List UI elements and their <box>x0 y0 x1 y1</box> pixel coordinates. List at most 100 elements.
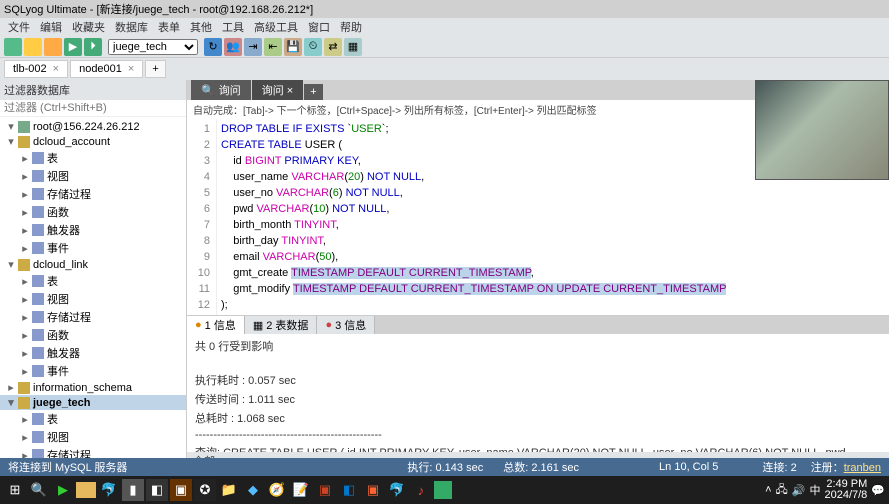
tree-item[interactable]: ▸视图 <box>0 167 186 185</box>
conn-tab-1[interactable]: tlb-002× <box>4 60 68 78</box>
import-icon[interactable]: ⇤ <box>264 38 282 56</box>
results-body[interactable]: 共 0 行受到影响 执行耗时 : 0.057 sec传送时间 : 1.011 s… <box>187 334 889 452</box>
expand-icon[interactable]: ▸ <box>20 347 30 360</box>
app-icon[interactable]: ▣ <box>314 479 336 501</box>
expand-icon[interactable]: ▸ <box>20 365 30 378</box>
expand-icon[interactable]: ▸ <box>20 275 30 288</box>
menu-db[interactable]: 数据库 <box>115 19 148 35</box>
tree-item[interactable]: ▾juege_tech <box>0 395 186 410</box>
menu-adv[interactable]: 高级工具 <box>254 19 298 35</box>
app-icon[interactable]: 📁 <box>218 479 240 501</box>
expand-icon[interactable]: ▾ <box>6 258 16 271</box>
expand-icon[interactable]: ▸ <box>20 206 30 219</box>
new-query-icon[interactable] <box>24 38 42 56</box>
result-tab-info2[interactable]: ●3 信息 <box>317 316 375 334</box>
reg-link[interactable]: tranben <box>844 462 881 474</box>
query-tab-2[interactable]: 询问 × <box>252 80 303 100</box>
users-icon[interactable]: 👥 <box>224 38 242 56</box>
notif-icon[interactable]: 💬 <box>871 484 885 497</box>
tray-lang[interactable]: 中 <box>809 482 820 498</box>
expand-icon[interactable]: ▾ <box>6 120 16 133</box>
open-icon[interactable] <box>44 38 62 56</box>
app-icon[interactable]: ◆ <box>242 479 264 501</box>
menu-window[interactable]: 窗口 <box>308 19 330 35</box>
close-icon[interactable]: × <box>128 63 134 75</box>
tree-item[interactable]: ▸视图 <box>0 428 186 446</box>
expand-icon[interactable]: ▸ <box>20 152 30 165</box>
tray-clock[interactable]: 2:49 PM2024/7/8 <box>824 479 867 501</box>
object-tree[interactable]: ▾root@156.224.26.212▾dcloud_account▸表▸视图… <box>0 117 186 458</box>
tree-item[interactable]: ▸触发器 <box>0 221 186 239</box>
explorer-icon[interactable] <box>76 482 96 498</box>
tree-item[interactable]: ▸表 <box>0 272 186 290</box>
expand-icon[interactable]: ▾ <box>6 135 16 148</box>
export-icon[interactable]: ⇥ <box>244 38 262 56</box>
backup-icon[interactable]: 💾 <box>284 38 302 56</box>
tray-vol-icon[interactable]: 🔊 <box>792 484 806 497</box>
tree-item[interactable]: ▸函数 <box>0 203 186 221</box>
tree-item[interactable]: ▸事件 <box>0 362 186 380</box>
tree-item[interactable]: ▸函数 <box>0 326 186 344</box>
schema-select[interactable]: juege_tech <box>108 39 198 55</box>
conn-tab-2[interactable]: node001× <box>70 60 143 78</box>
app-icon[interactable] <box>434 481 452 499</box>
expand-icon[interactable]: ▸ <box>20 449 30 459</box>
app-icon[interactable]: 🧭 <box>266 479 288 501</box>
tray-up-icon[interactable]: ˄ <box>765 484 771 496</box>
expand-icon[interactable]: ▸ <box>20 242 30 255</box>
menu-tools[interactable]: 工具 <box>222 19 244 35</box>
result-tab-data[interactable]: ▦2 表数据 <box>245 316 318 334</box>
new-tab-button[interactable]: + <box>145 60 165 78</box>
menu-file[interactable]: 文件 <box>8 19 30 35</box>
menu-other[interactable]: 其他 <box>190 19 212 35</box>
tree-item[interactable]: ▸存储过程 <box>0 185 186 203</box>
expand-icon[interactable]: ▸ <box>20 431 30 444</box>
schedule-icon[interactable]: ⏲ <box>304 38 322 56</box>
diff-icon[interactable]: ⇄ <box>324 38 342 56</box>
tree-item[interactable]: ▸存储过程 <box>0 446 186 458</box>
tree-item[interactable]: ▸存储过程 <box>0 308 186 326</box>
app-icon[interactable]: ◧ <box>146 479 168 501</box>
expand-icon[interactable]: ▸ <box>20 188 30 201</box>
menu-help[interactable]: 帮助 <box>340 19 362 35</box>
result-tab-info[interactable]: ●1 信息 <box>187 316 245 334</box>
app-icon[interactable]: ▮ <box>122 479 144 501</box>
expand-icon[interactable]: ▸ <box>20 293 30 306</box>
menu-edit[interactable]: 编辑 <box>40 19 62 35</box>
query-tab-1[interactable]: 🔍询问 <box>191 80 251 100</box>
start-icon[interactable]: ⊞ <box>4 479 26 501</box>
expand-icon[interactable]: ▸ <box>20 329 30 342</box>
app-icon[interactable]: 📝 <box>290 479 312 501</box>
play-icon[interactable]: ▶ <box>52 479 74 501</box>
run-all-icon[interactable]: ⏵ <box>84 38 102 56</box>
app-icon[interactable]: ◧ <box>338 479 360 501</box>
expand-icon[interactable]: ▸ <box>20 170 30 183</box>
expand-icon[interactable]: ▸ <box>6 381 16 394</box>
grid-icon[interactable]: ▦ <box>344 38 362 56</box>
expand-icon[interactable]: ▾ <box>6 396 16 409</box>
new-query-tab[interactable]: + <box>304 84 322 100</box>
menu-table[interactable]: 表单 <box>158 19 180 35</box>
menu-fav[interactable]: 收藏夹 <box>72 19 105 35</box>
tree-item[interactable]: ▾root@156.224.26.212 <box>0 119 186 134</box>
tree-item[interactable]: ▸information_schema <box>0 380 186 395</box>
tree-item[interactable]: ▾dcloud_account <box>0 134 186 149</box>
app-icon[interactable]: ♪ <box>410 479 432 501</box>
refresh-icon[interactable]: ↻ <box>204 38 222 56</box>
app-icon[interactable]: 🐬 <box>386 479 408 501</box>
tree-item[interactable]: ▸视图 <box>0 290 186 308</box>
expand-icon[interactable]: ▸ <box>20 413 30 426</box>
tree-item[interactable]: ▾dcloud_link <box>0 257 186 272</box>
tray-net-icon[interactable]: 🖧 <box>776 481 788 500</box>
tree-item[interactable]: ▸触发器 <box>0 344 186 362</box>
app-icon[interactable]: ▣ <box>170 479 192 501</box>
tree-item[interactable]: ▸表 <box>0 410 186 428</box>
new-conn-icon[interactable] <box>4 38 22 56</box>
close-icon[interactable]: × <box>53 63 59 75</box>
app-icon[interactable]: 🐬 <box>98 479 120 501</box>
run-icon[interactable]: ▶ <box>64 38 82 56</box>
expand-icon[interactable]: ▸ <box>20 224 30 237</box>
filter-input[interactable] <box>4 102 182 114</box>
search-icon[interactable]: 🔍 <box>28 479 50 501</box>
tree-item[interactable]: ▸表 <box>0 149 186 167</box>
